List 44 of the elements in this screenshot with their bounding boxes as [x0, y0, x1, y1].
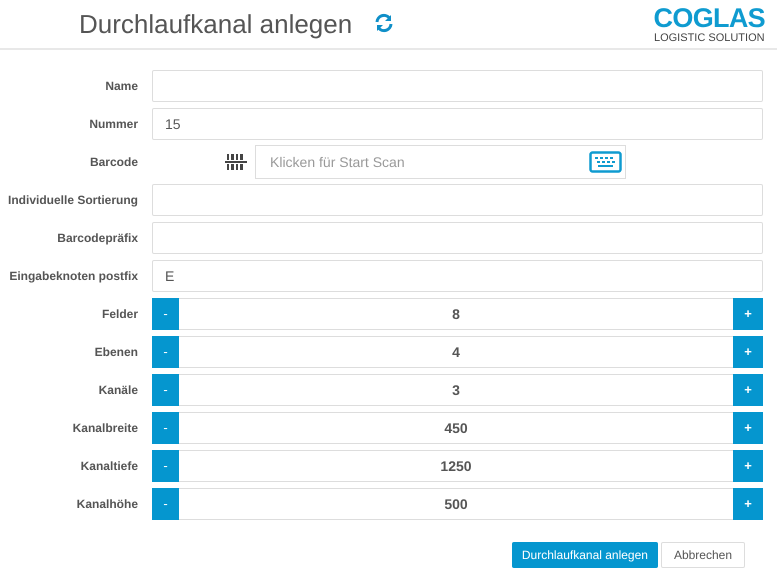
- field-label: Barcode: [88, 154, 138, 171]
- decrement-button[interactable]: -: [152, 412, 179, 444]
- barcode-icon[interactable]: [225, 152, 247, 172]
- create-button[interactable]: Durchlaufkanal anlegen: [512, 542, 658, 568]
- decrement-button[interactable]: -: [152, 374, 179, 406]
- text-field[interactable]: [152, 222, 763, 254]
- increment-button[interactable]: +: [733, 298, 763, 330]
- logo-tagline: LOGISTIC SOLUTION: [654, 32, 765, 44]
- number-field[interactable]: 4: [179, 336, 733, 368]
- decrement-button[interactable]: -: [152, 298, 179, 330]
- number-field[interactable]: 500: [179, 488, 733, 520]
- text-field[interactable]: 15: [152, 108, 763, 140]
- decrement-button[interactable]: -: [152, 450, 179, 482]
- field-label: Kanalhöhe: [76, 496, 138, 513]
- field-label: Name: [104, 78, 138, 95]
- increment-button[interactable]: +: [733, 374, 763, 406]
- field-label: Kanaltiefe: [80, 458, 138, 475]
- field-label: Felder: [100, 306, 138, 323]
- decrement-button[interactable]: -: [152, 488, 179, 520]
- cancel-button[interactable]: Abbrechen: [660, 542, 745, 568]
- number-field[interactable]: 3: [179, 374, 733, 406]
- number-field[interactable]: 450: [179, 412, 733, 444]
- number-field[interactable]: 1250: [179, 450, 733, 482]
- text-field[interactable]: E: [152, 260, 763, 292]
- keyboard-icon[interactable]: [589, 151, 622, 173]
- field-label: Barcodepräfix: [56, 230, 138, 247]
- increment-button[interactable]: +: [733, 412, 763, 444]
- increment-button[interactable]: +: [733, 336, 763, 368]
- field-label: Individuelle Sortierung: [6, 192, 138, 209]
- decrement-button[interactable]: -: [152, 336, 179, 368]
- field-label: Kanäle: [98, 382, 138, 399]
- field-label: Nummer: [88, 116, 138, 133]
- number-field[interactable]: 8: [179, 298, 733, 330]
- page-title: Durchlaufkanal anlegen: [79, 8, 352, 40]
- field-label: Eingabeknoten postfix: [8, 268, 138, 285]
- increment-button[interactable]: +: [733, 450, 763, 482]
- text-field[interactable]: [152, 184, 763, 216]
- increment-button[interactable]: +: [733, 488, 763, 520]
- field-label: Ebenen: [94, 344, 138, 361]
- text-field[interactable]: [152, 70, 763, 102]
- refresh-icon[interactable]: [374, 13, 394, 33]
- logo-name: COGLAS: [654, 4, 765, 32]
- scan-field[interactable]: Klicken für Start Scan: [255, 145, 626, 179]
- field-label: Kanalbreite: [72, 420, 138, 437]
